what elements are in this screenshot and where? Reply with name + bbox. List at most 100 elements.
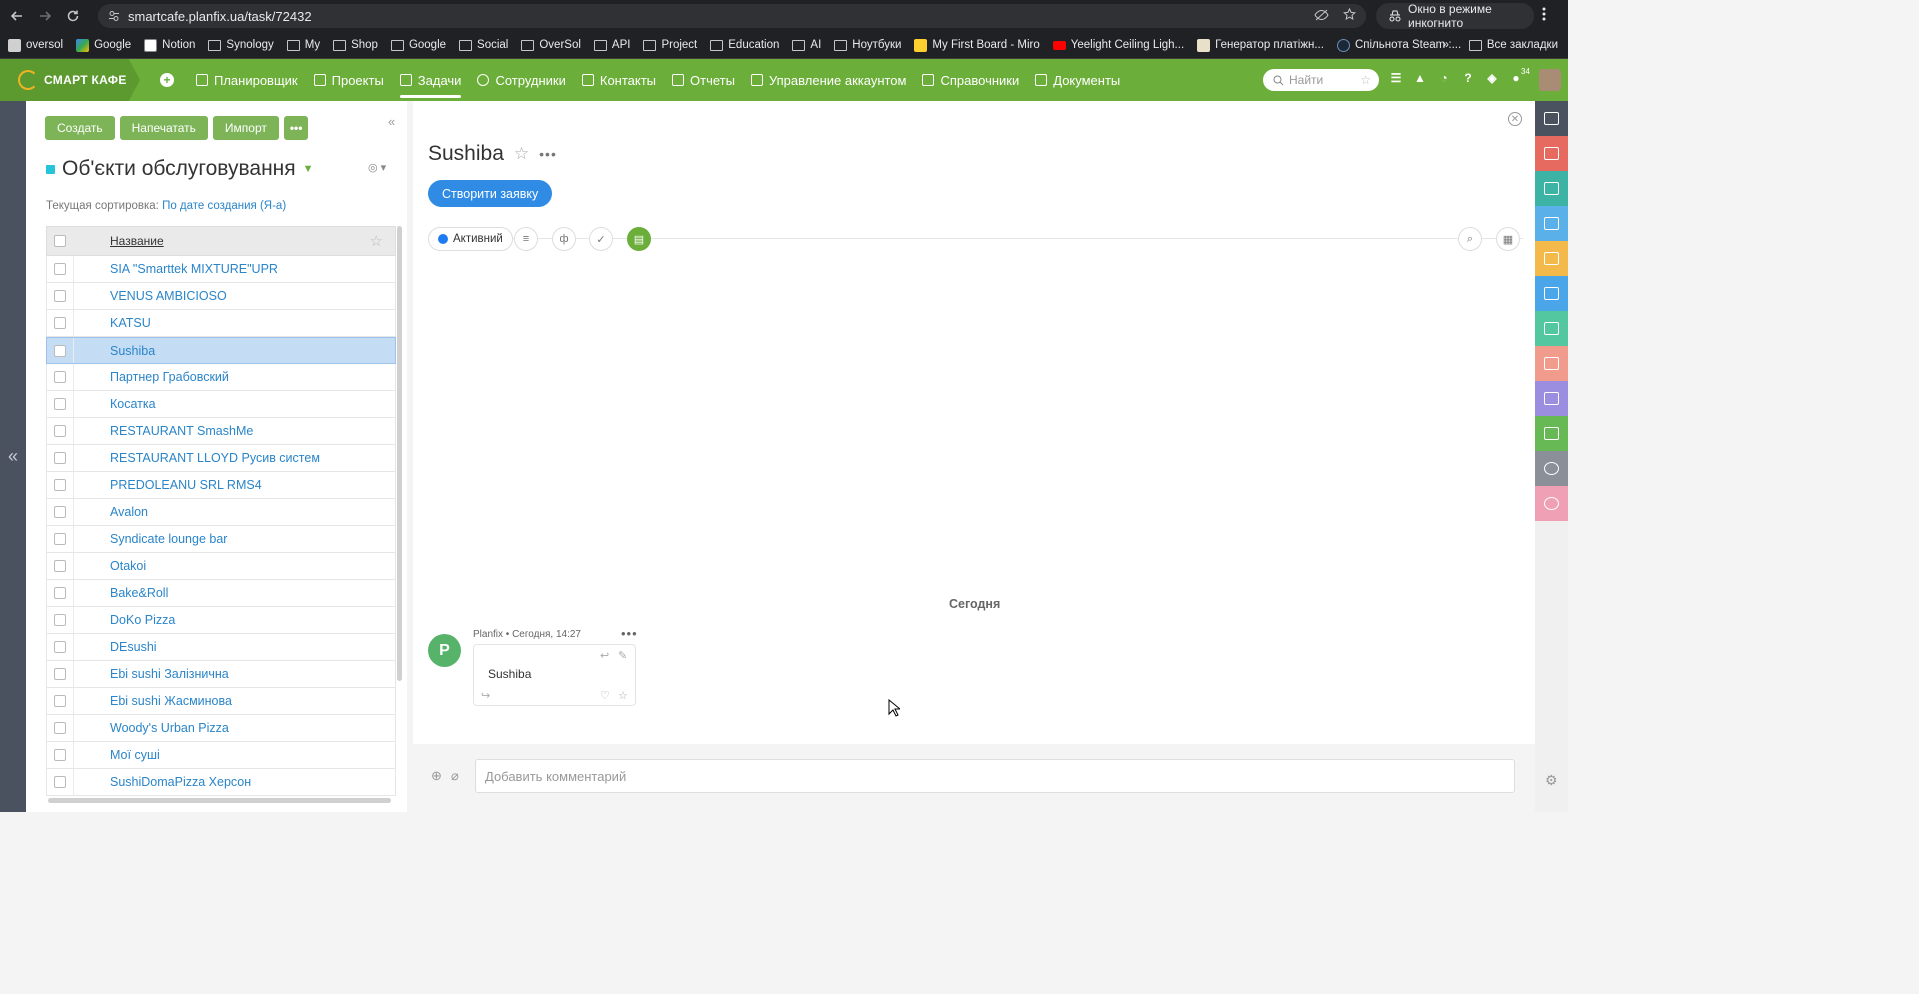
- table-row[interactable]: Ebi sushi Залізнична: [46, 661, 396, 688]
- like-heart-icon[interactable]: ♡: [600, 689, 610, 702]
- filter-icon[interactable]: ◎ ▾: [368, 161, 386, 174]
- row-link[interactable]: KATSU: [110, 316, 151, 330]
- incognito-indicator[interactable]: Окно в режиме инкогнито: [1376, 2, 1534, 30]
- calendar-icon[interactable]: ▦: [1496, 227, 1520, 251]
- expand-sidebar[interactable]: «: [0, 101, 26, 812]
- table-row-selected[interactable]: Sushiba: [46, 337, 396, 364]
- row-checkbox[interactable]: [54, 587, 66, 599]
- comment-menu-icon[interactable]: •••: [621, 626, 638, 641]
- table-row[interactable]: Партнер Грабовский: [46, 364, 396, 391]
- row-checkbox[interactable]: [54, 290, 66, 302]
- bookmark-item[interactable]: oversol: [8, 38, 63, 52]
- all-bookmarks[interactable]: Все закладки: [1468, 39, 1558, 51]
- row-link[interactable]: Otakoi: [110, 559, 146, 573]
- column-name[interactable]: Название: [110, 234, 164, 248]
- table-row[interactable]: DoKo Pizza: [46, 607, 396, 634]
- bookmark-folder[interactable]: Synology: [208, 39, 274, 51]
- nav-planner[interactable]: Планировщик: [188, 59, 306, 101]
- browser-menu-icon[interactable]: [1542, 6, 1546, 22]
- bookmark-folder[interactable]: Social: [459, 39, 508, 51]
- bookmark-item[interactable]: My First Board - Miro: [914, 38, 1040, 52]
- row-checkbox[interactable]: [54, 722, 66, 734]
- table-row[interactable]: DEsushi: [46, 634, 396, 661]
- row-link[interactable]: Партнер Грабовский: [110, 370, 229, 384]
- attach-icon[interactable]: ⌀: [451, 768, 459, 784]
- rocket-icon[interactable]: ▲: [1412, 70, 1428, 86]
- row-link[interactable]: Мої суші: [110, 748, 160, 762]
- table-row[interactable]: KATSU: [46, 310, 396, 337]
- rb-fields[interactable]: [1535, 101, 1568, 136]
- menu-icon[interactable]: ☰: [1388, 70, 1404, 86]
- bookmark-folder[interactable]: AI: [792, 39, 821, 51]
- rb-tasks[interactable]: [1535, 276, 1568, 311]
- forward-icon[interactable]: [31, 2, 59, 30]
- favorite-star-icon[interactable]: ☆: [514, 144, 529, 164]
- nav-reports[interactable]: Отчеты: [664, 59, 743, 101]
- table-row[interactable]: Otakoi: [46, 553, 396, 580]
- create-button[interactable]: Создать: [45, 116, 115, 140]
- row-link[interactable]: SushiDomaPizza Херсон: [110, 775, 251, 789]
- add-icon[interactable]: +: [160, 73, 174, 87]
- rb-copy[interactable]: [1535, 206, 1568, 241]
- star-icon[interactable]: ☆: [618, 689, 628, 702]
- table-row[interactable]: Bake&Roll: [46, 580, 396, 607]
- table-row[interactable]: Avalon: [46, 499, 396, 526]
- address-bar[interactable]: smartcafe.planfix.ua/task/72432: [98, 4, 1366, 28]
- bookmark-folder[interactable]: My: [286, 39, 320, 51]
- sort-link[interactable]: По дате создания (Я-а): [162, 200, 286, 212]
- fields-icon[interactable]: ф: [552, 227, 576, 251]
- gear-icon[interactable]: ⚙: [1545, 772, 1558, 789]
- add-circle-icon[interactable]: ⊕: [431, 768, 442, 784]
- bookmark-folder[interactable]: API: [593, 39, 630, 51]
- bookmark-item[interactable]: Генератор платіжн...: [1197, 38, 1324, 52]
- row-link[interactable]: Avalon: [110, 505, 148, 519]
- rb-time[interactable]: [1535, 486, 1568, 521]
- row-checkbox[interactable]: [54, 533, 66, 545]
- more-bookmarks-icon[interactable]: »: [1442, 39, 1448, 51]
- reply-icon[interactable]: ↩: [600, 649, 609, 662]
- nav-directories[interactable]: Справочники: [914, 59, 1027, 101]
- row-checkbox[interactable]: [54, 749, 66, 761]
- list-title[interactable]: Об'єкти обслуговування ▼: [46, 157, 314, 181]
- star-icon[interactable]: ☆: [370, 232, 383, 250]
- row-link[interactable]: Woody's Urban Pizza: [110, 721, 229, 735]
- comment-input[interactable]: Добавить комментарий: [475, 759, 1515, 793]
- rb-send[interactable]: [1535, 416, 1568, 451]
- table-row[interactable]: RESTAURANT SmashMe: [46, 418, 396, 445]
- row-checkbox[interactable]: [54, 776, 66, 788]
- table-row[interactable]: Косатка: [46, 391, 396, 418]
- search-comments-icon[interactable]: ⌕: [1458, 227, 1482, 251]
- table-row[interactable]: VENUS AMBICIOSO: [46, 283, 396, 310]
- print-button[interactable]: Напечатать: [119, 116, 208, 140]
- table-row[interactable]: RESTAURANT LLOYD Русив систем: [46, 445, 396, 472]
- row-link[interactable]: RESTAURANT LLOYD Русив систем: [110, 451, 320, 465]
- bookmark-star-icon[interactable]: [1343, 8, 1356, 21]
- eye-off-icon[interactable]: [1314, 9, 1329, 21]
- row-checkbox[interactable]: [54, 452, 66, 464]
- more-actions-button[interactable]: •••: [283, 116, 309, 140]
- row-link[interactable]: SIA "Smarttek MIXTURE"UPR: [110, 262, 278, 276]
- row-link[interactable]: RESTAURANT SmashMe: [110, 424, 253, 438]
- bookmark-item[interactable]: Notion: [144, 38, 195, 52]
- nav-documents[interactable]: Документы: [1027, 59, 1128, 101]
- select-all-checkbox[interactable]: [54, 235, 66, 247]
- row-checkbox[interactable]: [54, 317, 66, 329]
- row-checkbox[interactable]: [54, 506, 66, 518]
- create-request-button[interactable]: Створити заявку: [428, 180, 553, 207]
- site-info-icon[interactable]: [108, 10, 120, 22]
- rb-activity[interactable]: [1535, 451, 1568, 486]
- search-input[interactable]: Найти ☆: [1263, 69, 1379, 91]
- status-badge[interactable]: Активний: [428, 227, 513, 251]
- row-link[interactable]: Косатка: [110, 397, 156, 411]
- table-row[interactable]: SushiDomaPizza Херсон: [46, 769, 396, 796]
- back-icon[interactable]: [3, 2, 31, 30]
- layers-icon[interactable]: ◈: [1484, 70, 1500, 86]
- more-options-icon[interactable]: •••: [539, 146, 557, 162]
- row-link[interactable]: Bake&Roll: [110, 586, 168, 600]
- row-checkbox[interactable]: [54, 425, 66, 437]
- bookmark-folder[interactable]: Google: [390, 39, 446, 51]
- table-row[interactable]: PREDOLEANU SRL RMS4: [46, 472, 396, 499]
- row-checkbox[interactable]: [54, 479, 66, 491]
- description-icon[interactable]: ≡: [514, 227, 538, 251]
- close-icon[interactable]: ✕: [1508, 112, 1522, 126]
